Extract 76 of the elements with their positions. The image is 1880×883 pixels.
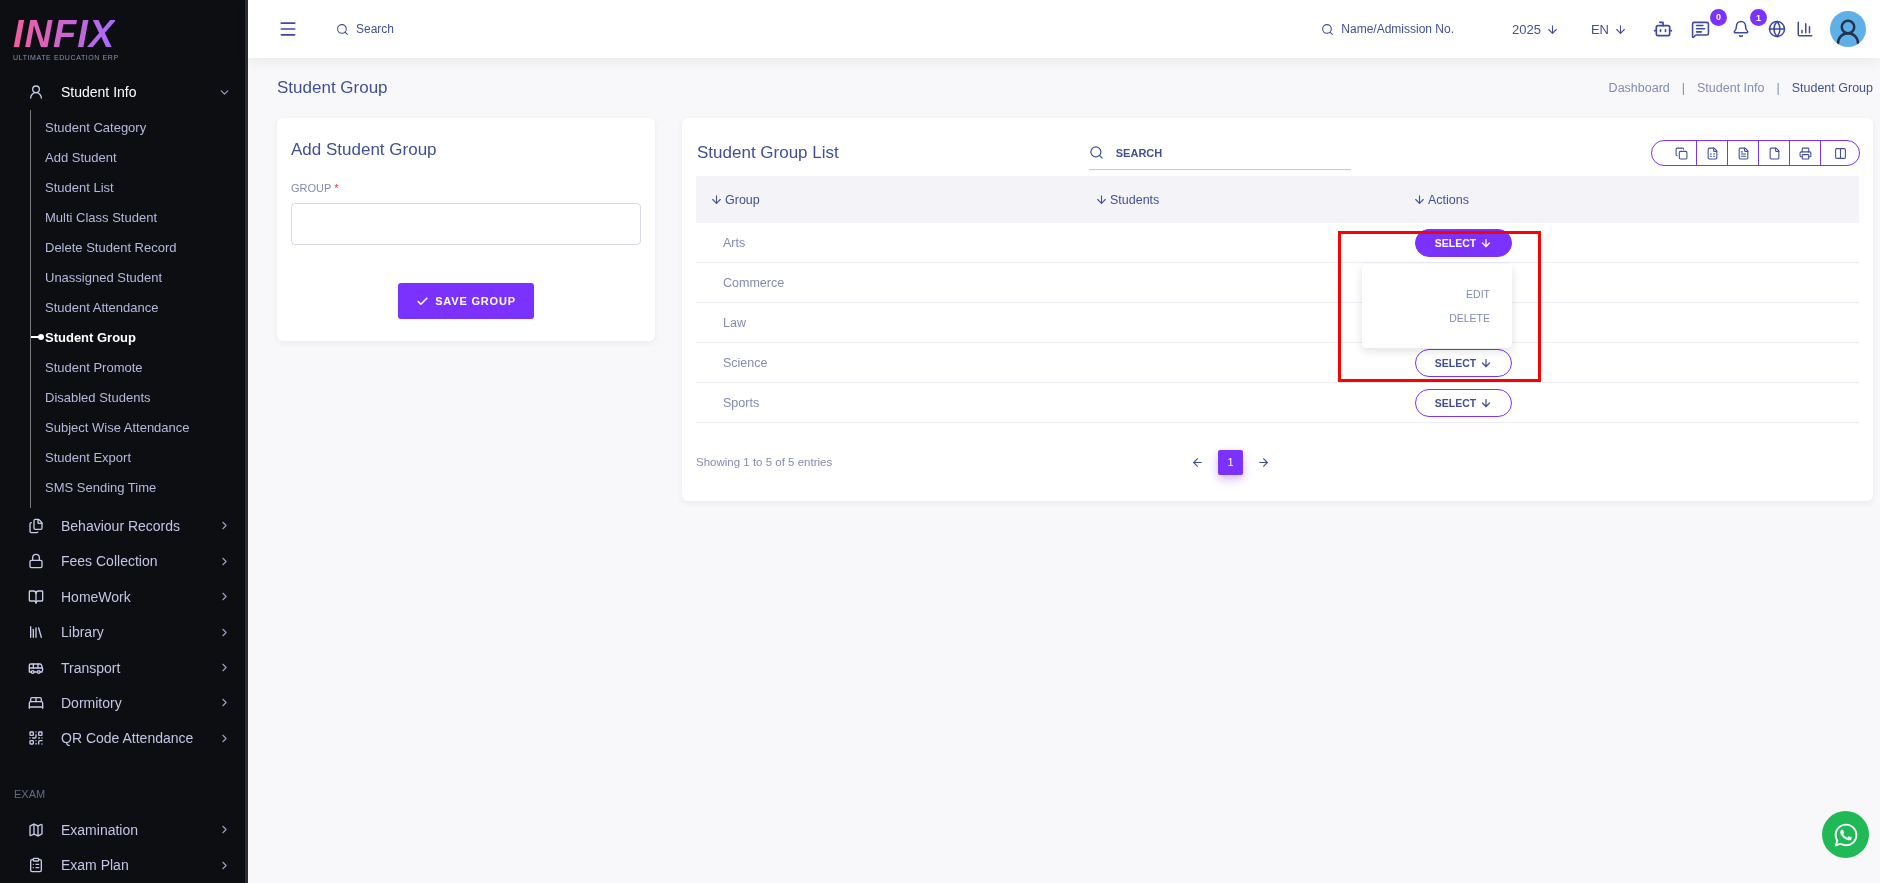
- sidebar-item[interactable]: Student Info: [0, 74, 245, 111]
- breadcrumb-separator: |: [1681, 81, 1685, 95]
- column-header[interactable]: Actions: [1399, 192, 1859, 207]
- sidebar-subitem[interactable]: Disabled Students: [31, 382, 245, 413]
- sidebar-subitem[interactable]: Multi Class Student: [31, 202, 245, 233]
- card-title: Student Group List: [697, 143, 839, 163]
- year-dropdown[interactable]: 2025: [1506, 20, 1565, 38]
- sidebar-subitem[interactable]: Student Export: [31, 442, 245, 473]
- table-cell-text: Commerce: [722, 275, 786, 290]
- language-dropdown[interactable]: EN: [1584, 20, 1633, 38]
- sort-arrow-icon: [1413, 193, 1426, 206]
- sidebar-subitem[interactable]: Add Student: [31, 142, 245, 173]
- sidebar-subitem[interactable]: Student Promote: [31, 352, 245, 383]
- student-search-field[interactable]: Name/Admission No.: [1315, 21, 1460, 37]
- breadcrumb-separator: |: [1776, 81, 1780, 95]
- notification-badge: 0: [1710, 8, 1727, 26]
- entries-summary: Showing 1 to 5 of 5 entries: [696, 456, 833, 468]
- sidebar-item[interactable]: HomeWork: [0, 579, 245, 615]
- sidebar-item[interactable]: Exam Plan: [0, 847, 245, 883]
- table-cell-text: Science: [722, 355, 769, 370]
- menu-item[interactable]: EDIT: [1362, 282, 1512, 306]
- arrow-down-icon: [1480, 356, 1493, 369]
- arrow-down-icon: [1614, 22, 1627, 36]
- menu-item[interactable]: DELETE: [1362, 306, 1512, 330]
- page-title: Student Group: [277, 78, 388, 98]
- arrow-down-icon: [1480, 396, 1493, 409]
- sidebar-item[interactable]: Fees Collection: [0, 543, 245, 579]
- bell-icon[interactable]: [1732, 20, 1750, 38]
- page-button[interactable]: 1: [1218, 449, 1243, 475]
- arrow-down-icon: [1545, 22, 1559, 36]
- field-label: GROUP *: [291, 182, 340, 194]
- chart-icon[interactable]: [1796, 20, 1814, 38]
- active-indicator: [31, 336, 41, 339]
- sidebar-subitem[interactable]: Student List: [31, 172, 245, 203]
- save-button[interactable]: SAVE GROUP: [398, 283, 534, 319]
- search-icon: [1088, 145, 1104, 160]
- globe-icon[interactable]: [1768, 20, 1786, 38]
- sidebar-item[interactable]: QR Code Attendance: [0, 720, 245, 757]
- table-cell-text: Sports: [722, 395, 761, 410]
- sidebar-group-heading: EXAM: [13, 787, 47, 803]
- table-cell-text: Law: [722, 315, 747, 330]
- check-icon: [416, 294, 430, 308]
- search-icon: [336, 22, 349, 36]
- arrow-down-icon: [1480, 236, 1493, 249]
- select-button[interactable]: SELECT: [1415, 388, 1512, 417]
- sidebar-item[interactable]: Transport: [0, 649, 245, 686]
- search-icon: [1321, 22, 1335, 36]
- sidebar-subitem[interactable]: Subject Wise Attendance: [31, 412, 245, 443]
- notification-badge: 1: [1750, 9, 1767, 26]
- avatar[interactable]: [1830, 11, 1866, 47]
- message-icon[interactable]: [1691, 19, 1710, 39]
- sidebar-subitem[interactable]: Delete Student Record: [31, 232, 245, 263]
- sidebar-subitem[interactable]: Student Category: [31, 112, 245, 143]
- sort-arrow-icon: [710, 193, 723, 206]
- sidebar-item[interactable]: Behaviour Records: [0, 508, 245, 544]
- sidebar-item[interactable]: Library: [0, 614, 245, 650]
- sort-arrow-icon: [1095, 193, 1108, 206]
- table-cell-text: Arts: [722, 235, 747, 250]
- sidebar-item[interactable]: Examination: [0, 812, 245, 848]
- whatsapp-icon: [1832, 821, 1859, 848]
- robot-icon[interactable]: [1653, 19, 1673, 39]
- sidebar-subitem[interactable]: SMS Sending Time: [31, 472, 245, 503]
- column-header[interactable]: Group: [696, 192, 1081, 207]
- group-input-field[interactable]: [291, 203, 641, 245]
- search-field[interactable]: Search: [330, 21, 401, 37]
- menu-icon[interactable]: [278, 19, 298, 39]
- sidebar-item[interactable]: Dormitory: [0, 685, 245, 721]
- select-button[interactable]: SELECT: [1415, 228, 1512, 257]
- card-title: Add Student Group: [291, 140, 438, 160]
- sidebar-subitem[interactable]: Unassigned Student: [31, 262, 245, 293]
- breadcrumb-link[interactable]: Student Group: [1791, 81, 1873, 95]
- column-header[interactable]: Students: [1081, 192, 1399, 207]
- sidebar-subitem[interactable]: Student Group: [31, 322, 245, 353]
- chat-bubble-button[interactable]: [1822, 811, 1869, 858]
- sidebar-subitem[interactable]: Student Attendance: [31, 292, 245, 323]
- select-button[interactable]: SELECT: [1415, 348, 1512, 377]
